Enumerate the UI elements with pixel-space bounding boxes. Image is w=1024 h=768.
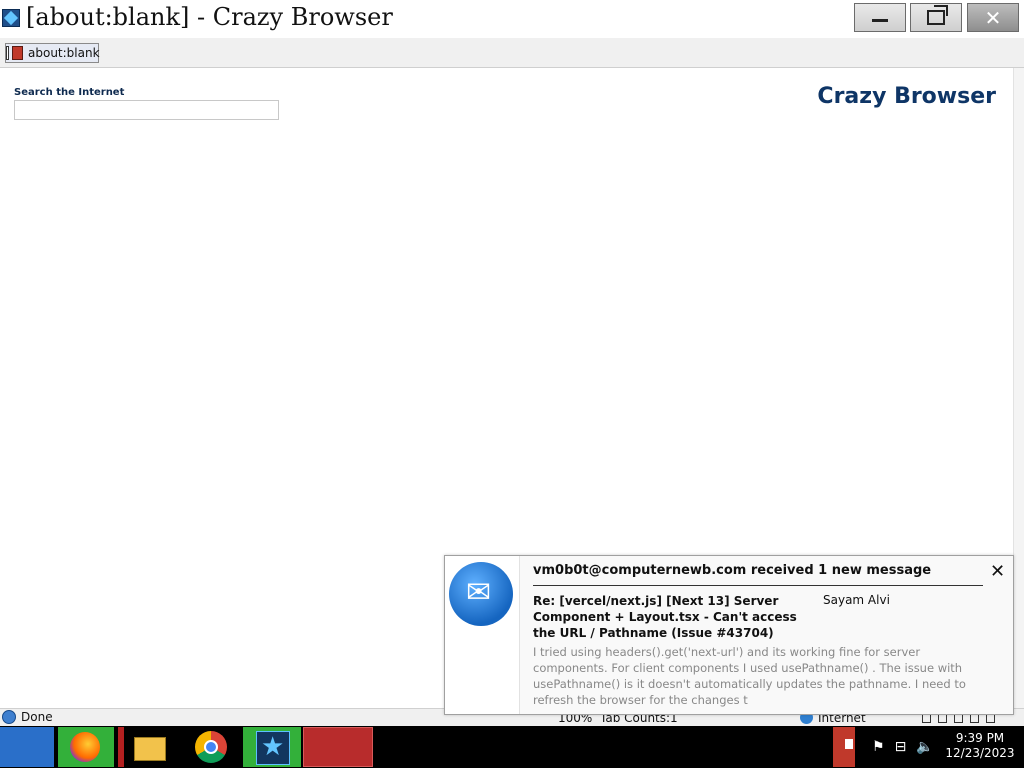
- clock[interactable]: 9:39 PM 12/23/2023: [944, 731, 1016, 761]
- new-mail-notification[interactable]: vm0b0t@computernewb.com received 1 new m…: [444, 555, 1014, 715]
- taskbar: ⚑ ⊟ 🔈 9:39 PM 12/23/2023: [0, 726, 1024, 768]
- notification-divider: [533, 585, 983, 586]
- flag-icon[interactable]: ⚑: [872, 739, 885, 755]
- clock-time: 9:39 PM: [955, 731, 1005, 745]
- search-input[interactable]: [14, 100, 279, 120]
- notification-icon-panel: [445, 556, 520, 714]
- minimize-button[interactable]: [854, 3, 906, 32]
- firefox-icon: [70, 732, 100, 762]
- tab-bar: about:blank: [0, 38, 1024, 68]
- taskbar-crazy-browser[interactable]: [243, 727, 301, 767]
- notification-close-icon[interactable]: ✕: [990, 561, 1005, 582]
- message-subject[interactable]: Re: [vercel/next.js] [Next 13] Server Co…: [533, 593, 813, 641]
- app-icon[interactable]: [2, 9, 20, 27]
- start-button[interactable]: [0, 727, 54, 767]
- restore-icon: [927, 5, 948, 25]
- status-text: Done: [21, 710, 53, 724]
- folder-icon: [134, 737, 166, 761]
- tab-grip-icon: [6, 46, 9, 60]
- search-label: Search the Internet: [14, 87, 125, 98]
- message-preview[interactable]: I tried using headers().get('next-url') …: [533, 644, 978, 708]
- close-icon: ✕: [984, 5, 1002, 30]
- taskbar-separator: [118, 727, 124, 767]
- page-icon: [12, 46, 23, 60]
- system-tray: ⚑ ⊟ 🔈: [872, 739, 944, 755]
- chrome-icon: [195, 731, 227, 763]
- network-icon[interactable]: ⊟: [895, 739, 907, 755]
- minimize-icon: [872, 19, 888, 22]
- title-bar: [about:blank] - Crazy Browser ✕: [0, 0, 1024, 51]
- vertical-scrollbar[interactable]: [1013, 68, 1024, 708]
- tab-label: about:blank: [28, 46, 100, 60]
- message-sender: Sayam Alvi: [823, 593, 890, 607]
- thunderbird-icon: [449, 562, 513, 626]
- tab-about-blank[interactable]: about:blank: [5, 43, 100, 63]
- window-title: [about:blank] - Crazy Browser: [26, 3, 393, 31]
- close-button[interactable]: ✕: [967, 3, 1019, 32]
- volume-icon[interactable]: 🔈: [916, 739, 933, 755]
- brand-heading: Crazy Browser: [817, 84, 996, 109]
- taskbar-window-button[interactable]: [303, 727, 373, 767]
- taskbar-firefox[interactable]: [58, 727, 114, 767]
- restore-button[interactable]: [910, 3, 962, 32]
- crazy-browser-icon: [256, 731, 290, 765]
- clock-date: 12/23/2023: [945, 746, 1015, 760]
- ie-status-icon: [2, 710, 16, 724]
- taskbar-chrome[interactable]: [190, 727, 234, 767]
- notification-header: vm0b0t@computernewb.com received 1 new m…: [533, 563, 932, 578]
- tray-app-icon[interactable]: [833, 727, 855, 767]
- taskbar-file-explorer[interactable]: [126, 727, 172, 767]
